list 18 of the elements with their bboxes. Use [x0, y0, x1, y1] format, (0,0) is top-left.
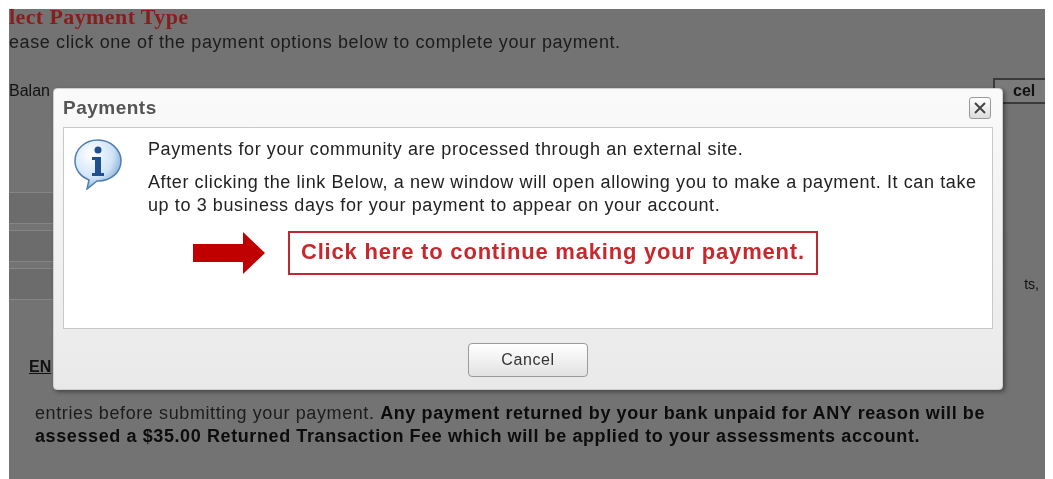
option-button[interactable] [9, 230, 56, 262]
dialog-title: Payments [63, 97, 157, 119]
message-text: Payments for your community are processed through an external site. [148, 138, 745, 161]
info-icon [72, 138, 124, 190]
instruction-text: ease click one of the payment options below to complete your payment. [9, 32, 622, 54]
close-icon [974, 102, 986, 114]
side-note: ts, [1024, 276, 1039, 292]
payment-link[interactable]: Click here to continue making your payment. [288, 231, 818, 275]
option-button[interactable] [9, 268, 56, 300]
close-button[interactable] [969, 97, 991, 119]
arrow-icon [193, 232, 265, 274]
note-text: entries before submitting your payment. Any payment returned by your bank unpaid for ANY reason will be assessed a $35.00 Returned Transaction Fee which will be applied to your assessments account. [35, 402, 987, 448]
section-heading: EN [29, 358, 52, 377]
balance-label: Balan [9, 82, 50, 100]
option-button[interactable] [9, 192, 56, 224]
message-text: After clicking the link Below, a new window will open allowing you to make a payment. It can take up to 3 business days for your payment to appear on your account. [148, 171, 978, 217]
cancel-button[interactable]: Cancel [468, 343, 588, 377]
page-heading: lect Payment Type [9, 9, 190, 30]
